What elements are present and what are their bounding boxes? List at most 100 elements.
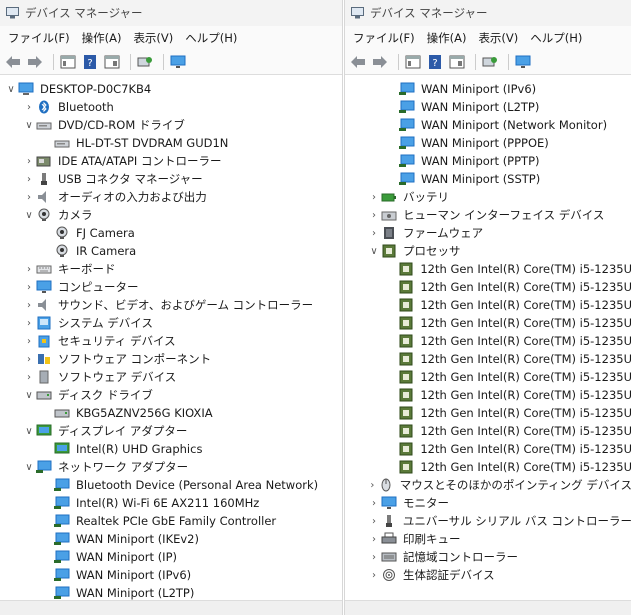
tree-device-row[interactable]: 12th Gen Intel(R) Core(TM) i5-1235U (345, 314, 631, 332)
chevron-right-icon[interactable]: › (22, 192, 36, 203)
tree-category-row[interactable]: › USB コネクタ マネージャー (0, 170, 342, 188)
chevron-right-icon[interactable]: › (367, 480, 378, 491)
tree-category-row[interactable]: ∨ DVD/CD-ROM ドライブ (0, 116, 342, 134)
tree-device-row[interactable]: 12th Gen Intel(R) Core(TM) i5-1235U (345, 278, 631, 296)
tree-device-row[interactable]: KBG5AZNV256G KIOXIA (0, 404, 342, 422)
chevron-down-icon[interactable]: ∨ (22, 210, 36, 221)
chevron-right-icon[interactable]: › (367, 552, 381, 563)
tree-category-row[interactable]: › ヒューマン インターフェイス デバイス (345, 206, 631, 224)
tree-device-row[interactable]: 12th Gen Intel(R) Core(TM) i5-1235U (345, 458, 631, 476)
tree-device-row[interactable]: WAN Miniport (IPv6) (345, 80, 631, 98)
chevron-down-icon[interactable]: ∨ (4, 84, 18, 95)
tree-category-row[interactable]: ∨ ネットワーク アダプター (0, 458, 342, 476)
tree-category-row[interactable]: ∨ ディスク ドライブ (0, 386, 342, 404)
tree-device-row[interactable]: Intel(R) Wi-Fi 6E AX211 160MHz (0, 494, 342, 512)
tree-device-row[interactable]: 12th Gen Intel(R) Core(TM) i5-1235U (345, 440, 631, 458)
tree-category-row[interactable]: › モニター (345, 494, 631, 512)
chevron-right-icon[interactable]: › (22, 282, 36, 293)
tree-device-row[interactable]: WAN Miniport (PPTP) (345, 152, 631, 170)
tree-device-row[interactable]: WAN Miniport (IKEv2) (0, 530, 342, 548)
tree-device-row[interactable]: Bluetooth Device (Personal Area Network) (0, 476, 342, 494)
chevron-right-icon[interactable]: › (367, 228, 381, 239)
tree-device-row[interactable]: HL-DT-ST DVDRAM GUD1N (0, 134, 342, 152)
menu-action[interactable]: 操作(A) (76, 30, 128, 46)
tree-device-row[interactable]: WAN Miniport (IP) (0, 548, 342, 566)
tree-device-row[interactable]: 12th Gen Intel(R) Core(TM) i5-1235U (345, 422, 631, 440)
monitor-icon[interactable] (169, 53, 187, 71)
title-bar[interactable]: デバイス マネージャー (345, 0, 631, 26)
chevron-right-icon[interactable]: › (367, 498, 381, 509)
tree-device-row[interactable]: 12th Gen Intel(R) Core(TM) i5-1235U (345, 368, 631, 386)
tree-device-row[interactable]: 12th Gen Intel(R) Core(TM) i5-1235U (345, 332, 631, 350)
tree-category-row[interactable]: ∨ DESKTOP-D0C7KB4 (0, 80, 342, 98)
chevron-down-icon[interactable]: ∨ (22, 390, 36, 401)
back-arrow-icon[interactable] (349, 53, 367, 71)
tree-device-row[interactable]: 12th Gen Intel(R) Core(TM) i5-1235U (345, 386, 631, 404)
tree-category-row[interactable]: › ユニバーサル シリアル バス コントローラー (345, 512, 631, 530)
tree-category-row[interactable]: › バッテリ (345, 188, 631, 206)
help-icon[interactable]: ? (426, 53, 444, 71)
back-arrow-icon[interactable] (4, 53, 22, 71)
tree-category-row[interactable]: › サウンド、ビデオ、およびゲーム コントローラー (0, 296, 342, 314)
tree-device-row[interactable]: WAN Miniport (Network Monitor) (345, 116, 631, 134)
tree-category-row[interactable]: › ソフトウェア コンポーネント (0, 350, 342, 368)
properties-view-icon[interactable] (59, 53, 77, 71)
tree-category-row[interactable]: › ソフトウェア デバイス (0, 368, 342, 386)
tree-category-row[interactable]: › 生体認証デバイス (345, 566, 631, 584)
tree-device-row[interactable]: WAN Miniport (SSTP) (345, 170, 631, 188)
show-hidden-icon[interactable] (448, 53, 466, 71)
chevron-right-icon[interactable]: › (367, 192, 381, 203)
chevron-right-icon[interactable]: › (22, 372, 36, 383)
tree-device-row[interactable]: 12th Gen Intel(R) Core(TM) i5-1235U (345, 404, 631, 422)
tree-category-row[interactable]: › ファームウェア (345, 224, 631, 242)
chevron-right-icon[interactable]: › (367, 516, 381, 527)
scan-hardware-icon[interactable] (136, 53, 154, 71)
chevron-right-icon[interactable]: › (22, 318, 36, 329)
chevron-right-icon[interactable]: › (367, 534, 381, 545)
chevron-right-icon[interactable]: › (22, 102, 36, 113)
chevron-down-icon[interactable]: ∨ (22, 462, 36, 473)
menu-action[interactable]: 操作(A) (421, 30, 473, 46)
chevron-right-icon[interactable]: › (367, 210, 381, 221)
chevron-right-icon[interactable]: › (22, 354, 36, 365)
tree-category-row[interactable]: ∨ カメラ (0, 206, 342, 224)
chevron-right-icon[interactable]: › (22, 336, 36, 347)
tree-device-row[interactable]: 12th Gen Intel(R) Core(TM) i5-1235U (345, 260, 631, 278)
chevron-right-icon[interactable]: › (22, 300, 36, 311)
tree-device-row[interactable]: 12th Gen Intel(R) Core(TM) i5-1235U (345, 350, 631, 368)
tree-category-row[interactable]: › 印刷キュー (345, 530, 631, 548)
monitor-icon[interactable] (514, 53, 532, 71)
tree-category-row[interactable]: ∨ プロセッサ (345, 242, 631, 260)
tree-category-row[interactable]: › オーディオの入力および出力 (0, 188, 342, 206)
tree-device-row[interactable]: Intel(R) UHD Graphics (0, 440, 342, 458)
tree-device-row[interactable]: WAN Miniport (L2TP) (345, 98, 631, 116)
title-bar[interactable]: デバイス マネージャー (0, 0, 342, 26)
chevron-down-icon[interactable]: ∨ (22, 120, 36, 131)
tree-device-row[interactable]: WAN Miniport (IPv6) (0, 566, 342, 584)
menu-help[interactable]: ヘルプ(H) (524, 30, 588, 46)
tree-device-row[interactable]: Realtek PCIe GbE Family Controller (0, 512, 342, 530)
chevron-down-icon[interactable]: ∨ (367, 246, 381, 257)
tree-category-row[interactable]: ∨ ディスプレイ アダプター (0, 422, 342, 440)
menu-view[interactable]: 表示(V) (127, 30, 179, 46)
tree-device-row[interactable]: WAN Miniport (PPPOE) (345, 134, 631, 152)
chevron-right-icon[interactable]: › (22, 156, 36, 167)
tree-category-row[interactable]: › システム デバイス (0, 314, 342, 332)
tree-device-row[interactable]: IR Camera (0, 242, 342, 260)
tree-category-row[interactable]: › Bluetooth (0, 98, 342, 116)
tree-device-row[interactable]: 12th Gen Intel(R) Core(TM) i5-1235U (345, 296, 631, 314)
tree-category-row[interactable]: › コンピューター (0, 278, 342, 296)
show-hidden-icon[interactable] (103, 53, 121, 71)
tree-device-row[interactable]: FJ Camera (0, 224, 342, 242)
tree-category-row[interactable]: › 記憶域コントローラー (345, 548, 631, 566)
menu-file[interactable]: ファイル(F) (2, 30, 76, 46)
menu-file[interactable]: ファイル(F) (347, 30, 421, 46)
tree-category-row[interactable]: › IDE ATA/ATAPI コントローラー (0, 152, 342, 170)
menu-help[interactable]: ヘルプ(H) (179, 30, 243, 46)
chevron-right-icon[interactable]: › (22, 264, 36, 275)
tree-category-row[interactable]: › キーボード (0, 260, 342, 278)
properties-view-icon[interactable] (404, 53, 422, 71)
menu-view[interactable]: 表示(V) (472, 30, 524, 46)
tree-category-row[interactable]: › マウスとそのほかのポインティング デバイス (345, 476, 631, 494)
chevron-right-icon[interactable]: › (367, 570, 381, 581)
